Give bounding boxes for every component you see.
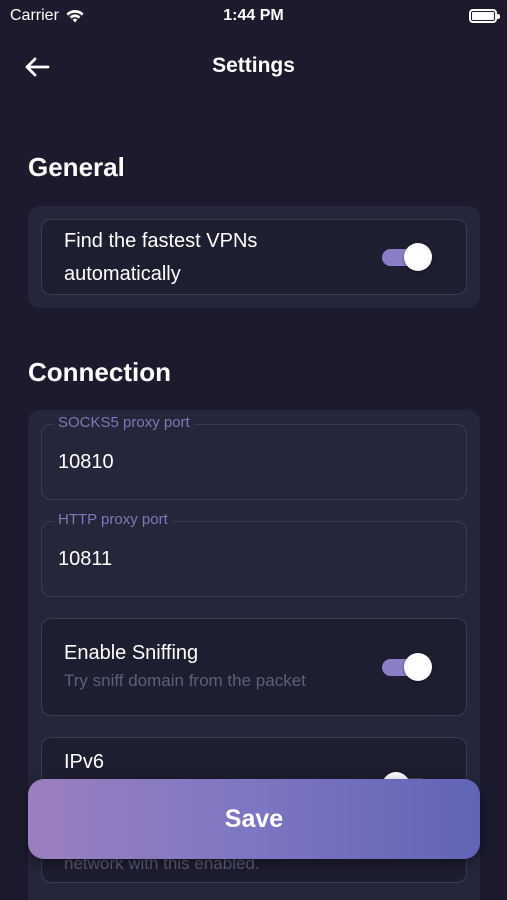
socks5-port-label: SOCKS5 proxy port — [54, 414, 194, 431]
status-left: Carrier — [10, 7, 85, 25]
back-arrow-icon — [25, 57, 50, 77]
http-port-label: HTTP proxy port — [54, 511, 172, 528]
sniffing-description: Try sniff domain from the packet — [64, 671, 306, 690]
general-card: Find the fastest VPNs automatically — [28, 206, 480, 308]
socks5-port-value[interactable]: 10810 — [58, 451, 114, 474]
battery-icon — [469, 9, 500, 23]
status-bar: Carrier 1:44 PM — [0, 0, 507, 32]
general-section-title: General — [28, 152, 125, 182]
sniffing-label: Enable Sniffing — [64, 642, 199, 664]
save-button[interactable]: Save — [28, 779, 480, 859]
fastest-vpn-row[interactable]: Find the fastest VPNs automatically — [41, 219, 467, 295]
ipv6-label: IPv6 — [64, 751, 105, 773]
page-title: Settings — [212, 54, 295, 77]
fastest-vpn-toggle[interactable] — [382, 243, 432, 271]
http-port-field[interactable]: HTTP proxy port 10811 — [41, 511, 467, 597]
connection-section-title: Connection — [28, 357, 171, 387]
sniffing-toggle[interactable] — [382, 653, 432, 681]
http-port-value[interactable]: 10811 — [58, 548, 112, 571]
sniffing-row[interactable]: Enable Sniffing Try sniff domain from th… — [41, 618, 467, 716]
fastest-vpn-label-line1: Find the fastest VPNs — [64, 230, 258, 252]
fastest-vpn-label-line2: automatically — [64, 263, 181, 285]
header: Settings — [0, 40, 507, 92]
carrier-label: Carrier — [10, 7, 59, 24]
back-button[interactable] — [22, 52, 52, 82]
wifi-icon — [66, 9, 84, 23]
socks5-port-field[interactable]: SOCKS5 proxy port 10810 — [41, 414, 467, 500]
